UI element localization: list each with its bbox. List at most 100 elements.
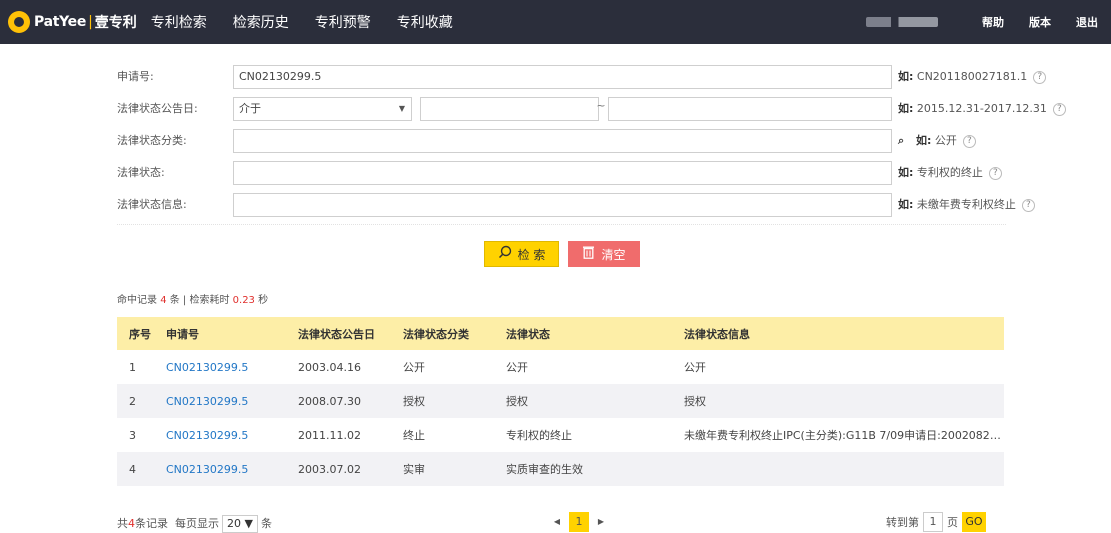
stats-time: 0.23 bbox=[232, 295, 255, 306]
col-header-legal-status: 法律状态 bbox=[494, 317, 672, 350]
date-range-select[interactable]: 介于 ▼ bbox=[233, 97, 412, 121]
logo-separator: | bbox=[88, 14, 93, 30]
total-count: 4 bbox=[128, 517, 135, 530]
col-header-index: 序号 bbox=[117, 317, 154, 350]
cell-index: 2 bbox=[117, 384, 154, 418]
cell-status-info: 授权 bbox=[672, 384, 1004, 418]
help-link[interactable]: 帮助 bbox=[982, 14, 1004, 30]
hint-prefix: 如: bbox=[898, 102, 914, 115]
application-number-link[interactable]: CN02130299.5 bbox=[166, 463, 248, 476]
cell-legal-status: 公开 bbox=[494, 350, 672, 384]
cell-announcement-date: 2003.04.16 bbox=[286, 350, 391, 384]
prev-page-icon[interactable]: ◀ bbox=[548, 512, 566, 532]
logo-cn-text: 壹专利 bbox=[94, 15, 137, 31]
cell-status-category: 授权 bbox=[391, 384, 494, 418]
col-header-status-info: 法律状态信息 bbox=[672, 317, 1004, 350]
main-nav: 专利检索 检索历史 专利预警 专利收藏 bbox=[151, 12, 479, 32]
hint-prefix: 如: bbox=[898, 70, 914, 83]
col-header-announcement-date: 法律状态公告日 bbox=[286, 317, 391, 350]
legal-status-input[interactable] bbox=[233, 161, 892, 185]
nav-patent-alert[interactable]: 专利预警 bbox=[315, 12, 371, 32]
cell-index: 4 bbox=[117, 452, 154, 486]
form-row-status-category: 法律状态分类: ⌕ 如: 公开? bbox=[117, 129, 1006, 153]
per-page-select[interactable]: 20 ▼ bbox=[222, 515, 258, 533]
date-range-select-value: 介于 bbox=[239, 102, 261, 115]
date-to-input[interactable] bbox=[608, 97, 892, 121]
hint-text: 专利权的终止 bbox=[913, 166, 983, 179]
table-row: 4 CN02130299.5 2003.07.02 实审 实质审查的生效 bbox=[117, 452, 1004, 486]
dropdown-arrow-icon: ▼ bbox=[398, 104, 405, 113]
go-button[interactable]: GO bbox=[962, 512, 986, 532]
results-table: 序号 申请号 法律状态公告日 法律状态分类 法律状态 法律状态信息 1 CN02… bbox=[117, 317, 1004, 486]
cell-legal-status: 专利权的终止 bbox=[494, 418, 672, 452]
status-info-hint: 如: 未缴年费专利权终止? bbox=[898, 193, 1035, 217]
version-link[interactable]: 版本 bbox=[1029, 14, 1051, 30]
patyee-logo[interactable]: PatYee | 壹专利 bbox=[8, 11, 137, 33]
per-page-label: 每页显示 bbox=[175, 517, 219, 530]
top-navigation-bar: PatYee | 壹专利 专利检索 检索历史 专利预警 专利收藏 帮助 版本 退… bbox=[0, 0, 1111, 44]
announcement-date-hint: 如: 2015.12.31-2017.12.31? bbox=[898, 97, 1066, 121]
table-row: 2 CN02130299.5 2008.07.30 授权 授权 授权 bbox=[117, 384, 1004, 418]
status-category-label: 法律状态分类: bbox=[117, 134, 187, 147]
total-records: 共4条记录 每页显示 20 ▼ 条 bbox=[117, 515, 272, 533]
pagination-footer: 共4条记录 每页显示 20 ▼ 条 ◀ 1 ▶ 转到第 1 页 GO bbox=[117, 512, 1004, 533]
help-icon[interactable]: ? bbox=[962, 134, 976, 148]
date-range-separator: ~ bbox=[596, 99, 606, 112]
application-number-link[interactable]: CN02130299.5 bbox=[166, 395, 248, 408]
announcement-date-label: 法律状态公告日: bbox=[117, 102, 198, 115]
legal-status-label: 法律状态: bbox=[117, 166, 165, 179]
application-number-hint: 如: CN201180027181.1? bbox=[898, 65, 1047, 89]
jump-label: 转到第 bbox=[886, 516, 919, 529]
cell-status-info: 公开 bbox=[672, 350, 1004, 384]
nav-patent-favorites[interactable]: 专利收藏 bbox=[397, 12, 453, 32]
result-stats: 命中记录 4 条 | 检索耗时 0.23 秒 bbox=[117, 291, 268, 306]
help-icon[interactable]: ? bbox=[988, 166, 1002, 180]
application-number-link[interactable]: CN02130299.5 bbox=[166, 429, 248, 442]
hint-text: 公开 bbox=[931, 134, 957, 147]
help-icon[interactable]: ? bbox=[1052, 102, 1066, 116]
logo-brand-text: PatYee bbox=[34, 14, 87, 30]
jump-to-page: 转到第 1 页 GO bbox=[886, 512, 986, 532]
form-row-status-info: 法律状态信息: 如: 未缴年费专利权终止? bbox=[117, 193, 1035, 217]
cell-legal-status: 授权 bbox=[494, 384, 672, 418]
form-row-application-number: 申请号: CN02130299.5 如: CN201180027181.1? bbox=[117, 65, 1047, 89]
cell-index: 1 bbox=[117, 350, 154, 384]
col-header-status-category: 法律状态分类 bbox=[391, 317, 494, 350]
cell-index: 3 bbox=[117, 418, 154, 452]
search-icon[interactable]: ⌕ bbox=[898, 129, 910, 153]
logo-mark-icon bbox=[8, 11, 30, 33]
logout-link[interactable]: 退出 bbox=[1076, 14, 1098, 30]
help-icon[interactable]: ? bbox=[1033, 70, 1047, 84]
nav-search-history[interactable]: 检索历史 bbox=[233, 12, 289, 32]
clear-button[interactable]: 清空 bbox=[568, 241, 640, 267]
application-number-input[interactable]: CN02130299.5 bbox=[233, 65, 892, 89]
help-icon[interactable]: ? bbox=[1021, 198, 1035, 212]
cell-status-info bbox=[672, 452, 1004, 486]
next-page-icon[interactable]: ▶ bbox=[592, 512, 610, 532]
status-info-label: 法律状态信息: bbox=[117, 198, 187, 211]
application-number-link[interactable]: CN02130299.5 bbox=[166, 361, 248, 374]
user-nav: 帮助 版本 退出 bbox=[866, 0, 1111, 44]
cell-status-category: 终止 bbox=[391, 418, 494, 452]
per-page-unit: 条 bbox=[260, 517, 272, 530]
date-from-input[interactable] bbox=[420, 97, 599, 121]
clear-button-label: 清空 bbox=[601, 247, 626, 262]
table-row: 1 CN02130299.5 2003.04.16 公开 公开 公开 bbox=[117, 350, 1004, 384]
search-button[interactable]: 检 索 bbox=[484, 241, 559, 267]
form-row-legal-status: 法律状态: 如: 专利权的终止? bbox=[117, 161, 1006, 185]
cell-status-category: 公开 bbox=[391, 350, 494, 384]
status-info-input[interactable] bbox=[233, 193, 892, 217]
application-number-label: 申请号: bbox=[117, 70, 154, 83]
jump-page-input[interactable]: 1 bbox=[923, 512, 943, 532]
form-row-announcement-date: 法律状态公告日: 介于 ▼ ~ 如: 2015.12.31-2017.12.31? bbox=[117, 97, 1066, 121]
status-category-input[interactable] bbox=[233, 129, 892, 153]
blurred-username bbox=[866, 17, 938, 27]
page-number-current[interactable]: 1 bbox=[569, 512, 589, 532]
pager: ◀ 1 ▶ bbox=[548, 512, 610, 532]
table-row: 3 CN02130299.5 2011.11.02 终止 专利权的终止 未缴年费… bbox=[117, 418, 1004, 452]
cell-application-number: CN02130299.5 bbox=[154, 350, 286, 384]
nav-patent-search[interactable]: 专利检索 bbox=[151, 12, 207, 32]
stats-mid: 条 | 检索耗时 bbox=[166, 295, 233, 306]
hint-prefix: 如: bbox=[898, 166, 914, 179]
stats-prefix: 命中记录 bbox=[117, 295, 161, 306]
